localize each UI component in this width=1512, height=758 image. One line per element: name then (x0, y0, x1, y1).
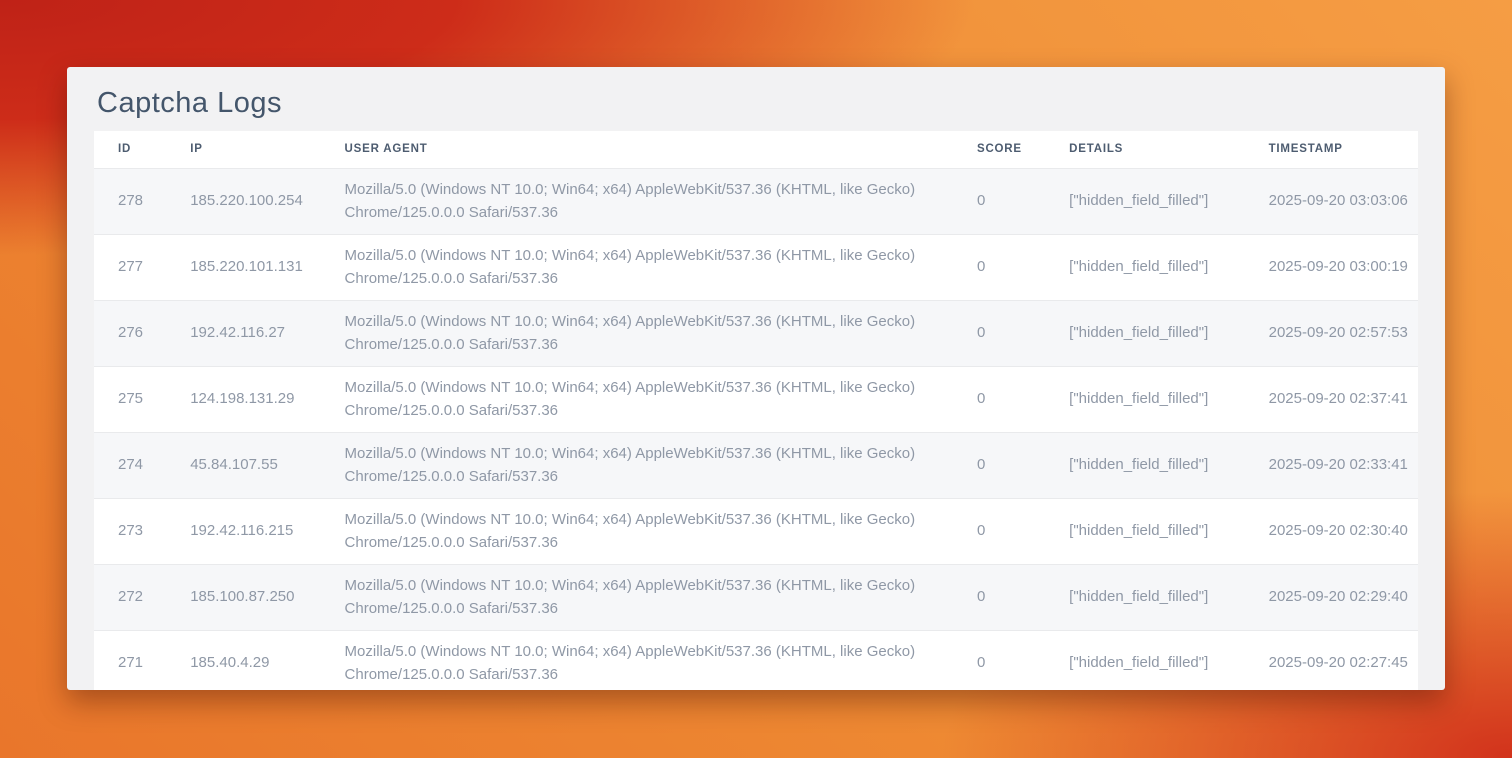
cell-ip: 185.100.87.250 (190, 565, 344, 631)
page-title: Captcha Logs (67, 67, 1445, 131)
cell-score: 0 (977, 301, 1069, 367)
table-row: 278 185.220.100.254 Mozilla/5.0 (Windows… (94, 169, 1418, 235)
cell-details: ["hidden_field_filled"] (1069, 565, 1268, 631)
cell-timestamp: 2025-09-20 02:33:41 (1269, 433, 1418, 499)
cell-user-agent: Mozilla/5.0 (Windows NT 10.0; Win64; x64… (345, 631, 977, 691)
cell-timestamp: 2025-09-20 02:29:40 (1269, 565, 1418, 631)
cell-score: 0 (977, 433, 1069, 499)
cell-timestamp: 2025-09-20 02:37:41 (1269, 367, 1418, 433)
cell-id: 275 (94, 367, 190, 433)
cell-user-agent: Mozilla/5.0 (Windows NT 10.0; Win64; x64… (345, 499, 977, 565)
column-header-id: ID (94, 131, 190, 169)
cell-details: ["hidden_field_filled"] (1069, 433, 1268, 499)
cell-id: 272 (94, 565, 190, 631)
cell-ip: 185.40.4.29 (190, 631, 344, 691)
cell-score: 0 (977, 367, 1069, 433)
logs-table-container: ID IP USER AGENT SCORE DETAILS TIMESTAMP… (94, 131, 1418, 690)
cell-timestamp: 2025-09-20 02:27:45 (1269, 631, 1418, 691)
table-row: 276 192.42.116.27 Mozilla/5.0 (Windows N… (94, 301, 1418, 367)
cell-details: ["hidden_field_filled"] (1069, 301, 1268, 367)
cell-timestamp: 2025-09-20 03:00:19 (1269, 235, 1418, 301)
table-header-row: ID IP USER AGENT SCORE DETAILS TIMESTAMP (94, 131, 1418, 169)
cell-id: 276 (94, 301, 190, 367)
cell-score: 0 (977, 169, 1069, 235)
cell-id: 278 (94, 169, 190, 235)
column-header-user-agent: USER AGENT (345, 131, 977, 169)
table-row: 275 124.198.131.29 Mozilla/5.0 (Windows … (94, 367, 1418, 433)
column-header-timestamp: TIMESTAMP (1269, 131, 1418, 169)
column-header-score: SCORE (977, 131, 1069, 169)
cell-ip: 185.220.100.254 (190, 169, 344, 235)
cell-id: 274 (94, 433, 190, 499)
cell-ip: 124.198.131.29 (190, 367, 344, 433)
cell-id: 277 (94, 235, 190, 301)
captcha-logs-card: Captcha Logs ID IP USER AGENT SCORE (67, 67, 1445, 690)
cell-timestamp: 2025-09-20 03:03:06 (1269, 169, 1418, 235)
column-header-ip: IP (190, 131, 344, 169)
column-header-details: DETAILS (1069, 131, 1268, 169)
cell-user-agent: Mozilla/5.0 (Windows NT 10.0; Win64; x64… (345, 433, 977, 499)
cell-details: ["hidden_field_filled"] (1069, 367, 1268, 433)
cell-score: 0 (977, 565, 1069, 631)
cell-details: ["hidden_field_filled"] (1069, 235, 1268, 301)
cell-score: 0 (977, 235, 1069, 301)
table-row: 277 185.220.101.131 Mozilla/5.0 (Windows… (94, 235, 1418, 301)
cell-details: ["hidden_field_filled"] (1069, 169, 1268, 235)
cell-timestamp: 2025-09-20 02:30:40 (1269, 499, 1418, 565)
cell-user-agent: Mozilla/5.0 (Windows NT 10.0; Win64; x64… (345, 235, 977, 301)
cell-details: ["hidden_field_filled"] (1069, 499, 1268, 565)
cell-timestamp: 2025-09-20 02:57:53 (1269, 301, 1418, 367)
cell-user-agent: Mozilla/5.0 (Windows NT 10.0; Win64; x64… (345, 169, 977, 235)
cell-score: 0 (977, 499, 1069, 565)
cell-score: 0 (977, 631, 1069, 691)
table-row: 271 185.40.4.29 Mozilla/5.0 (Windows NT … (94, 631, 1418, 691)
cell-ip: 192.42.116.27 (190, 301, 344, 367)
cell-user-agent: Mozilla/5.0 (Windows NT 10.0; Win64; x64… (345, 301, 977, 367)
cell-ip: 192.42.116.215 (190, 499, 344, 565)
table-row: 272 185.100.87.250 Mozilla/5.0 (Windows … (94, 565, 1418, 631)
cell-ip: 185.220.101.131 (190, 235, 344, 301)
cell-user-agent: Mozilla/5.0 (Windows NT 10.0; Win64; x64… (345, 565, 977, 631)
logs-table: ID IP USER AGENT SCORE DETAILS TIMESTAMP… (94, 131, 1418, 690)
cell-ip: 45.84.107.55 (190, 433, 344, 499)
table-row: 273 192.42.116.215 Mozilla/5.0 (Windows … (94, 499, 1418, 565)
cell-user-agent: Mozilla/5.0 (Windows NT 10.0; Win64; x64… (345, 367, 977, 433)
cell-details: ["hidden_field_filled"] (1069, 631, 1268, 691)
cell-id: 271 (94, 631, 190, 691)
table-body: 278 185.220.100.254 Mozilla/5.0 (Windows… (94, 169, 1418, 691)
cell-id: 273 (94, 499, 190, 565)
table-row: 274 45.84.107.55 Mozilla/5.0 (Windows NT… (94, 433, 1418, 499)
